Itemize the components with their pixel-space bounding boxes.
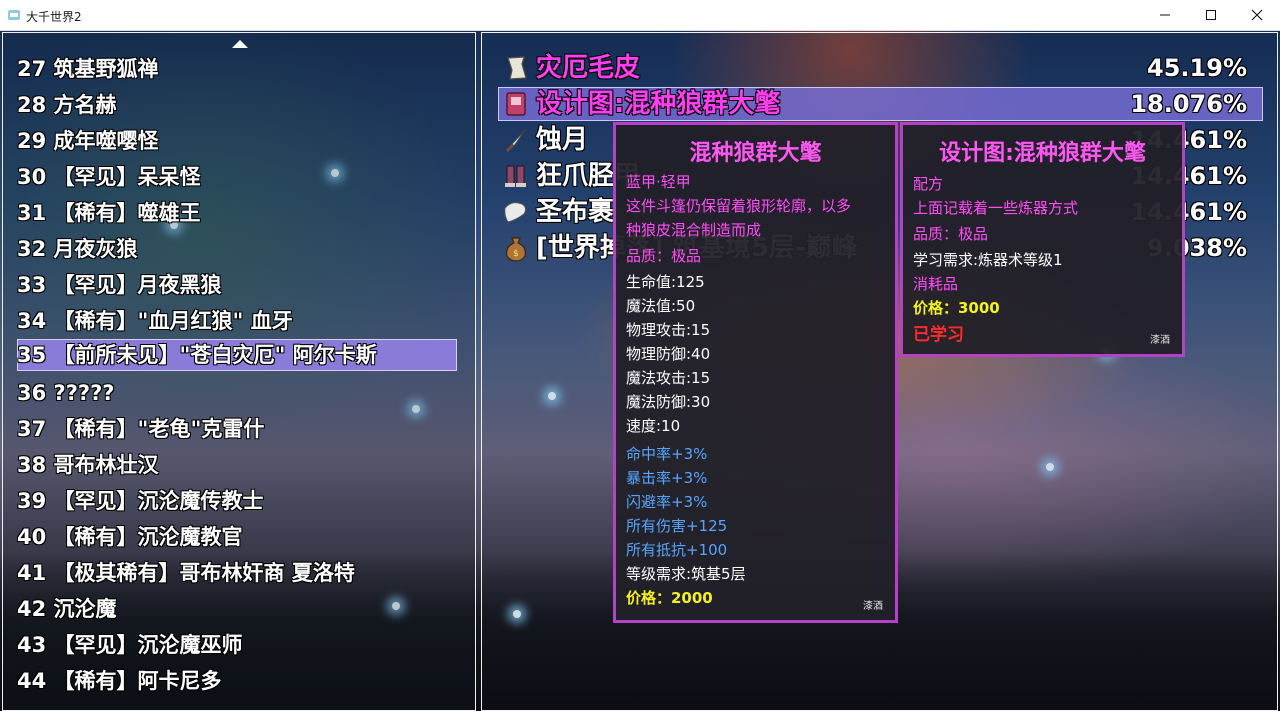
list-item[interactable]: 40 【稀有】沉沦魔教官 xyxy=(17,521,457,553)
tooltip-line: 蓝甲·轻甲 xyxy=(626,173,691,191)
item-tooltip: 混种狼群大氅 蓝甲·轻甲 这件斗篷仍保留着狼形轮廓，以多 种狼皮混合制造而成 品… xyxy=(613,122,898,623)
tooltip-line: 配方 xyxy=(913,175,944,193)
svg-text:$: $ xyxy=(513,249,519,259)
minimize-button[interactable] xyxy=(1142,0,1188,30)
tooltip-line: 上面记载着一些炼器方式 xyxy=(913,199,1079,217)
tooltip-title: 设计图:混种狼群大氅 xyxy=(939,141,1146,166)
tooltip-line: 品质：极品 xyxy=(913,225,989,243)
list-item[interactable]: 39 【罕见】沉沦魔传教士 xyxy=(17,485,457,517)
tooltip-tag: 漆酒 xyxy=(863,601,883,612)
list-item[interactable]: 30 【罕见】呆呆怪 xyxy=(17,161,457,193)
tooltip-line: 物理攻击:15 xyxy=(626,321,711,339)
list-item[interactable]: 34 【稀有】"血月红狼" 血牙 xyxy=(17,305,457,337)
loot-row-selected[interactable]: 设计图:混种狼群大氅 18.076% xyxy=(498,87,1263,121)
window-titlebar: 大千世界2 xyxy=(0,0,1280,31)
tooltip-line: 种狼皮混合制造而成 xyxy=(626,221,762,239)
tooltip-line: 物理防御:40 xyxy=(626,345,711,363)
tooltip-line: 魔法值:50 xyxy=(626,297,696,315)
app-icon xyxy=(8,10,20,20)
list-item[interactable]: 38 哥布林壮汉 xyxy=(17,449,457,481)
list-item[interactable]: 28 方名赫 xyxy=(17,89,457,121)
list-item[interactable]: 29 成年噬嘤怪 xyxy=(17,125,457,157)
close-icon xyxy=(1251,9,1263,21)
tooltip-line: 速度:10 xyxy=(626,417,681,435)
tooltip-line: 生命值:125 xyxy=(626,273,705,291)
loot-percent: 45.19% xyxy=(1147,54,1247,82)
tooltip-line: 命中率+3% xyxy=(626,445,708,463)
list-item[interactable]: 37 【稀有】"老龟"克雷什 xyxy=(17,413,457,445)
blueprint-tooltip: 设计图:混种狼群大氅 配方 上面记载着一些炼器方式 品质：极品 学习需求:炼器术… xyxy=(900,122,1185,357)
tooltip-line: 消耗品 xyxy=(913,275,959,293)
loot-row[interactable]: 灾厄毛皮 45.19% xyxy=(498,51,1263,85)
tooltip-price: 价格：3000 xyxy=(913,299,1000,317)
scroll-up-arrow[interactable] xyxy=(232,40,248,48)
tooltip-line: 所有抵抗+100 xyxy=(626,541,728,559)
loot-name: 灾厄毛皮 xyxy=(536,53,641,83)
list-item-selected[interactable]: 35 【前所未见】"苍白灾厄" 阿尔卡斯 xyxy=(17,339,457,371)
tooltip-line: 这件斗篷仍保留着狼形轮廓，以多 xyxy=(626,197,852,215)
game-viewport: 27 筑基野狐禅 28 方名赫 29 成年噬嘤怪 30 【罕见】呆呆怪 31 【… xyxy=(0,31,1280,711)
close-button[interactable] xyxy=(1234,0,1280,30)
list-item[interactable]: 41 【极其稀有】哥布林奸商 夏洛特 xyxy=(17,557,457,589)
tooltip-line: 闪避率+3% xyxy=(626,493,708,511)
enemy-list-panel[interactable]: 27 筑基野狐禅 28 方名赫 29 成年噬嘤怪 30 【罕见】呆呆怪 31 【… xyxy=(2,32,476,711)
loot-name: 蚀月 xyxy=(536,125,589,155)
loot-name: 圣布裹 xyxy=(536,197,615,227)
minimize-icon xyxy=(1160,14,1170,16)
list-item[interactable]: 42 沉沦魔 xyxy=(17,593,457,625)
list-item[interactable]: 44 【稀有】阿卡尼多 xyxy=(17,665,457,697)
sword-icon xyxy=(506,128,527,152)
loot-percent: 18.076% xyxy=(1130,90,1247,118)
maximize-icon xyxy=(1206,10,1216,20)
tooltip-line: 学习需求:炼器术等级1 xyxy=(913,251,1063,269)
list-item[interactable]: 33 【罕见】月夜黑狼 xyxy=(17,269,457,301)
window-title: 大千世界2 xyxy=(26,10,82,24)
tooltip-line: 品质：极品 xyxy=(626,247,702,265)
greaves-icon xyxy=(505,165,526,187)
loot-name: 设计图:混种狼群大氅 xyxy=(536,89,781,119)
tooltip-line: 魔法攻击:15 xyxy=(626,369,711,387)
scroll-icon xyxy=(507,56,527,80)
maximize-button[interactable] xyxy=(1188,0,1234,30)
list-item[interactable]: 32 月夜灰狼 xyxy=(17,233,457,265)
tooltip-tag: 漆酒 xyxy=(1150,335,1170,346)
tooltip-title: 混种狼群大氅 xyxy=(689,141,822,166)
tooltip-line: 等级需求:筑基5层 xyxy=(626,565,746,583)
list-item[interactable]: 43 【罕见】沉沦魔巫师 xyxy=(17,629,457,661)
tooltip-line: 魔法防御:30 xyxy=(626,393,711,411)
book-icon xyxy=(506,92,526,116)
tooltip-line: 所有伤害+125 xyxy=(626,517,728,535)
list-item[interactable]: 27 筑基野狐禅 xyxy=(17,53,457,85)
tooltip-price: 价格：2000 xyxy=(626,589,713,607)
cloth-icon xyxy=(504,202,527,223)
tooltip-line: 暴击率+3% xyxy=(626,469,708,487)
learned-status: 已学习 xyxy=(913,325,964,345)
bag-icon: $ xyxy=(506,237,526,262)
list-item[interactable]: 36 ????? xyxy=(17,377,457,409)
list-item[interactable]: 31 【稀有】噬雄王 xyxy=(17,197,457,229)
